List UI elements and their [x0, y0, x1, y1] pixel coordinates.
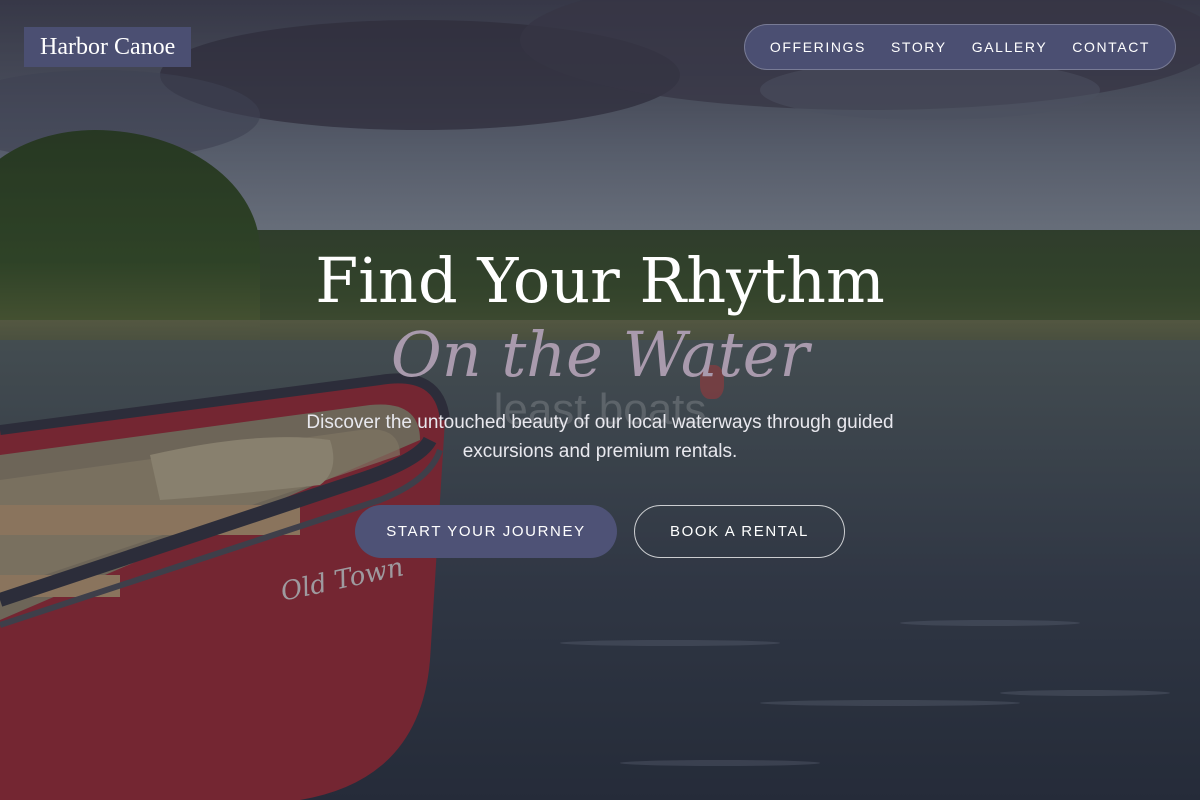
brand-logo[interactable]: Harbor Canoe [24, 27, 192, 67]
main-nav: OFFERINGS STORY GALLERY CONTACT [744, 24, 1176, 70]
book-rental-button[interactable]: BOOK A RENTAL [634, 505, 845, 558]
start-journey-button[interactable]: START YOUR JOURNEY [355, 505, 617, 558]
nav-offerings[interactable]: OFFERINGS [770, 39, 866, 55]
hero-subtitle: On the Water [390, 318, 810, 391]
hero-description: Discover the untouched beauty of our loc… [306, 412, 894, 462]
nav-gallery[interactable]: GALLERY [972, 39, 1048, 55]
nav-contact[interactable]: CONTACT [1072, 39, 1150, 55]
nav-story[interactable]: STORY [891, 39, 947, 55]
